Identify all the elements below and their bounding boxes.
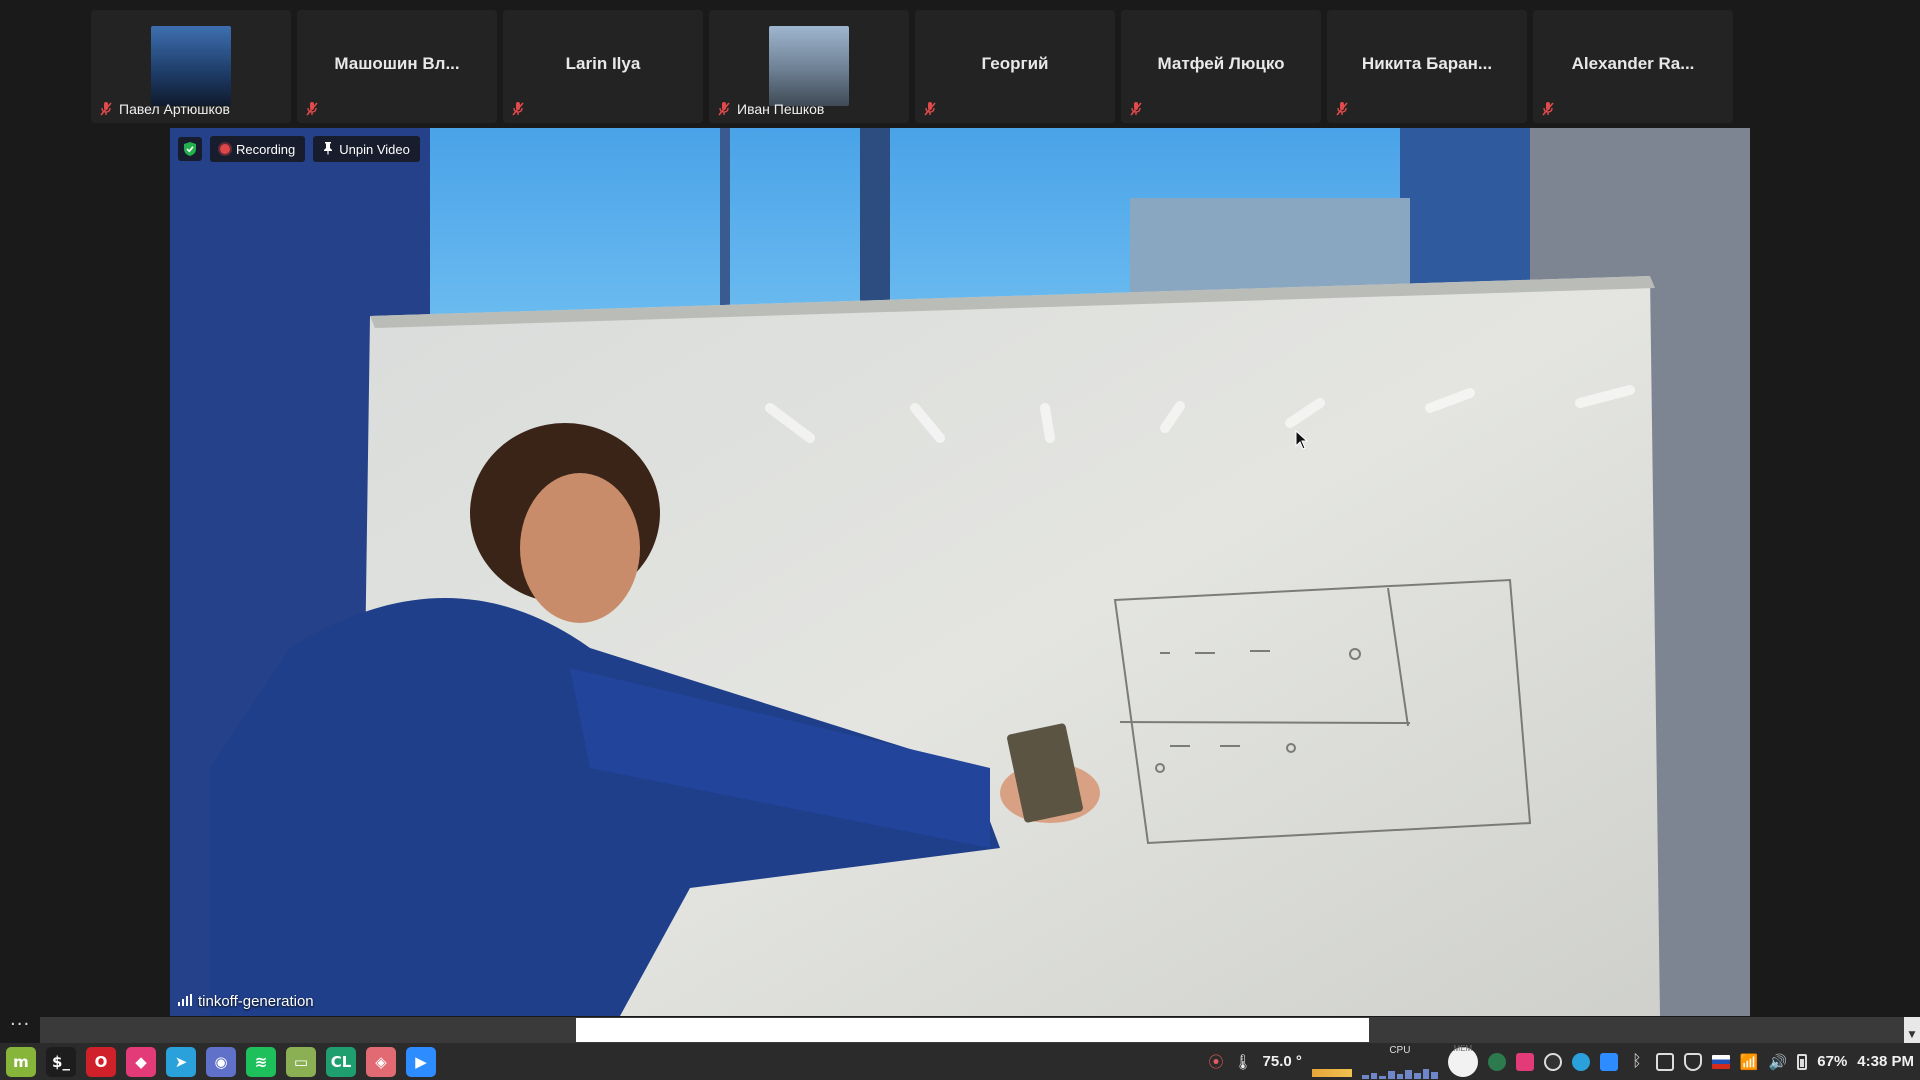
memory-monitor[interactable]: MEM (1447, 1043, 1478, 1077)
cpu-bar (1361, 1074, 1369, 1079)
cpu-bar (1431, 1071, 1438, 1079)
muted-mic-icon (99, 101, 113, 117)
scrollbar-thumb[interactable] (576, 1018, 1369, 1042)
battery-percent: 67% (1817, 1053, 1848, 1070)
recording-dot-icon (220, 144, 230, 154)
signal-strength-icon (178, 993, 192, 1010)
participant-label-text: Иван Пешков (737, 101, 825, 117)
participant-tile[interactable]: Георгий (915, 10, 1115, 123)
muted-mic-icon (1541, 101, 1555, 117)
muted-mic-icon (1129, 101, 1143, 117)
encryption-shield-icon[interactable] (178, 137, 202, 161)
taskbar-apps: m $_ O ◆ ➤ ◉ ≋ ▭ CL ◈ ▶ (0, 1046, 436, 1077)
participant-label-text: Павел Артюшков (119, 101, 230, 117)
wifi-icon[interactable]: 📶 (1740, 1053, 1759, 1071)
participant-label (305, 101, 325, 117)
unpin-video-label: Unpin Video (339, 141, 410, 157)
scroll-down-arrow-icon[interactable]: ▼ (1904, 1017, 1920, 1043)
participant-avatar (151, 26, 231, 106)
participant-label: Иван Пешков (717, 101, 824, 117)
muted-mic-icon (717, 101, 731, 117)
jetbrains-toolbox-icon[interactable] (1515, 1052, 1534, 1071)
discord-icon[interactable]: ◉ (206, 1046, 236, 1077)
telegram-tray-icon[interactable] (1571, 1052, 1590, 1071)
obs-icon[interactable] (1543, 1052, 1562, 1071)
zoom-tray-icon[interactable] (1599, 1052, 1618, 1071)
participant-name: Alexander Ra... (1571, 54, 1695, 73)
participant-tile[interactable]: Матфей Люцко (1121, 10, 1321, 123)
shield-tray-icon[interactable] (1683, 1052, 1702, 1071)
system-tray: ⦿ 🌡 75.0 ° CPU MEM ᛒ 📶 🔊 67% 4:38 PM (1208, 1043, 1914, 1080)
volume-icon[interactable]: 🔊 (1769, 1053, 1788, 1071)
participant-tile[interactable]: Машошин Вл... (297, 10, 497, 123)
battery-icon[interactable] (1797, 1053, 1808, 1070)
muted-mic-icon (1335, 101, 1349, 117)
gitkraken-icon[interactable]: ◈ (366, 1046, 396, 1077)
participant-name: Георгий (981, 54, 1049, 73)
jetbrains-icon[interactable]: ◆ (126, 1046, 156, 1077)
zoom-icon[interactable]: ▶ (406, 1046, 436, 1077)
video-top-controls: Recording Unpin Video (178, 136, 420, 162)
participant-tile[interactable]: Иван Пешков (709, 10, 909, 123)
clion-icon[interactable]: CL (326, 1046, 356, 1077)
cpu-bar (1413, 1072, 1421, 1079)
clock-time[interactable]: 4:38 PM (1857, 1053, 1914, 1070)
temperature-graph (1311, 1047, 1352, 1077)
speaker-name: tinkoff-generation (198, 992, 314, 1010)
participant-label (1129, 101, 1149, 117)
video-frame (170, 128, 1750, 1016)
cpu-bar (1396, 1073, 1404, 1079)
participant-name: Матфей Люцко (1157, 54, 1285, 73)
files-icon[interactable]: ▭ (286, 1046, 316, 1077)
mem-label: MEM (1453, 1043, 1473, 1053)
more-options-button[interactable]: ··· (10, 1014, 30, 1035)
terminal-icon[interactable]: $_ (46, 1046, 76, 1077)
muted-mic-icon (511, 101, 525, 117)
spotify-icon[interactable]: ≋ (246, 1046, 276, 1077)
linux-mint-menu-icon[interactable]: m (6, 1046, 36, 1077)
participant-strip: Павел Артюшков Машошин Вл... Larin Ilya Ива… (91, 10, 1734, 123)
participant-tile[interactable]: Никита Баран... (1327, 10, 1527, 123)
zoom-meeting-window: Павел Артюшков Машошин Вл... Larin Ilya Ива… (0, 0, 1920, 1080)
recording-label: Recording (236, 141, 296, 157)
participant-label (511, 101, 531, 117)
participant-avatar (769, 26, 849, 106)
cpu-bar (1422, 1068, 1430, 1079)
unpin-video-button[interactable]: Unpin Video (313, 136, 420, 162)
cpu-monitor[interactable]: CPU (1361, 1044, 1438, 1079)
pin-icon (323, 141, 333, 158)
keyboard-layout-flag-icon[interactable] (1711, 1054, 1730, 1069)
system-taskbar: m $_ O ◆ ➤ ◉ ≋ ▭ CL ◈ ▶ ⦿ 🌡 75.0 ° CPU MEM ᛒ 📶 🔊 6… (0, 1043, 1920, 1080)
vpn-icon[interactable] (1487, 1052, 1506, 1071)
participant-label (1335, 101, 1355, 117)
telegram-icon[interactable]: ➤ (166, 1046, 196, 1077)
muted-mic-icon (923, 101, 937, 117)
mouse-cursor-icon (1295, 429, 1309, 454)
participant-label (1541, 101, 1561, 117)
speaker-name-tag: tinkoff-generation (178, 990, 314, 1012)
horizontal-scrollbar[interactable]: ▼ (40, 1017, 1920, 1043)
temperature-readout: 75.0 ° (1262, 1053, 1302, 1070)
cpu-bar (1405, 1069, 1412, 1079)
cpu-bar (1370, 1072, 1378, 1079)
participant-name: Машошин Вл... (334, 54, 460, 73)
participant-tile[interactable]: Alexander Ra... (1533, 10, 1733, 123)
participant-name: Larin Ilya (565, 54, 641, 73)
opera-icon[interactable]: O (86, 1046, 116, 1077)
participant-tile[interactable]: Larin Ilya (503, 10, 703, 123)
cpu-label: CPU (1389, 1044, 1411, 1056)
cpu-bar (1387, 1070, 1395, 1079)
thermometer-icon: 🌡 (1233, 1053, 1253, 1071)
recording-indicator[interactable]: Recording (210, 136, 306, 162)
participant-label: Павел Артюшков (99, 101, 230, 117)
bluetooth-icon[interactable]: ᛒ (1628, 1053, 1646, 1071)
participant-tile[interactable]: Павел Артюшков (91, 10, 291, 123)
muted-mic-icon (305, 101, 319, 117)
participant-name: Никита Баран... (1361, 54, 1493, 73)
pinned-video[interactable]: Recording Unpin Video tinkoff-generation (170, 128, 1750, 1016)
cpu-bar (1379, 1075, 1386, 1079)
participant-label (923, 101, 943, 117)
location-pin-icon[interactable]: ⦿ (1208, 1051, 1223, 1072)
clipboard-icon[interactable] (1655, 1052, 1674, 1071)
